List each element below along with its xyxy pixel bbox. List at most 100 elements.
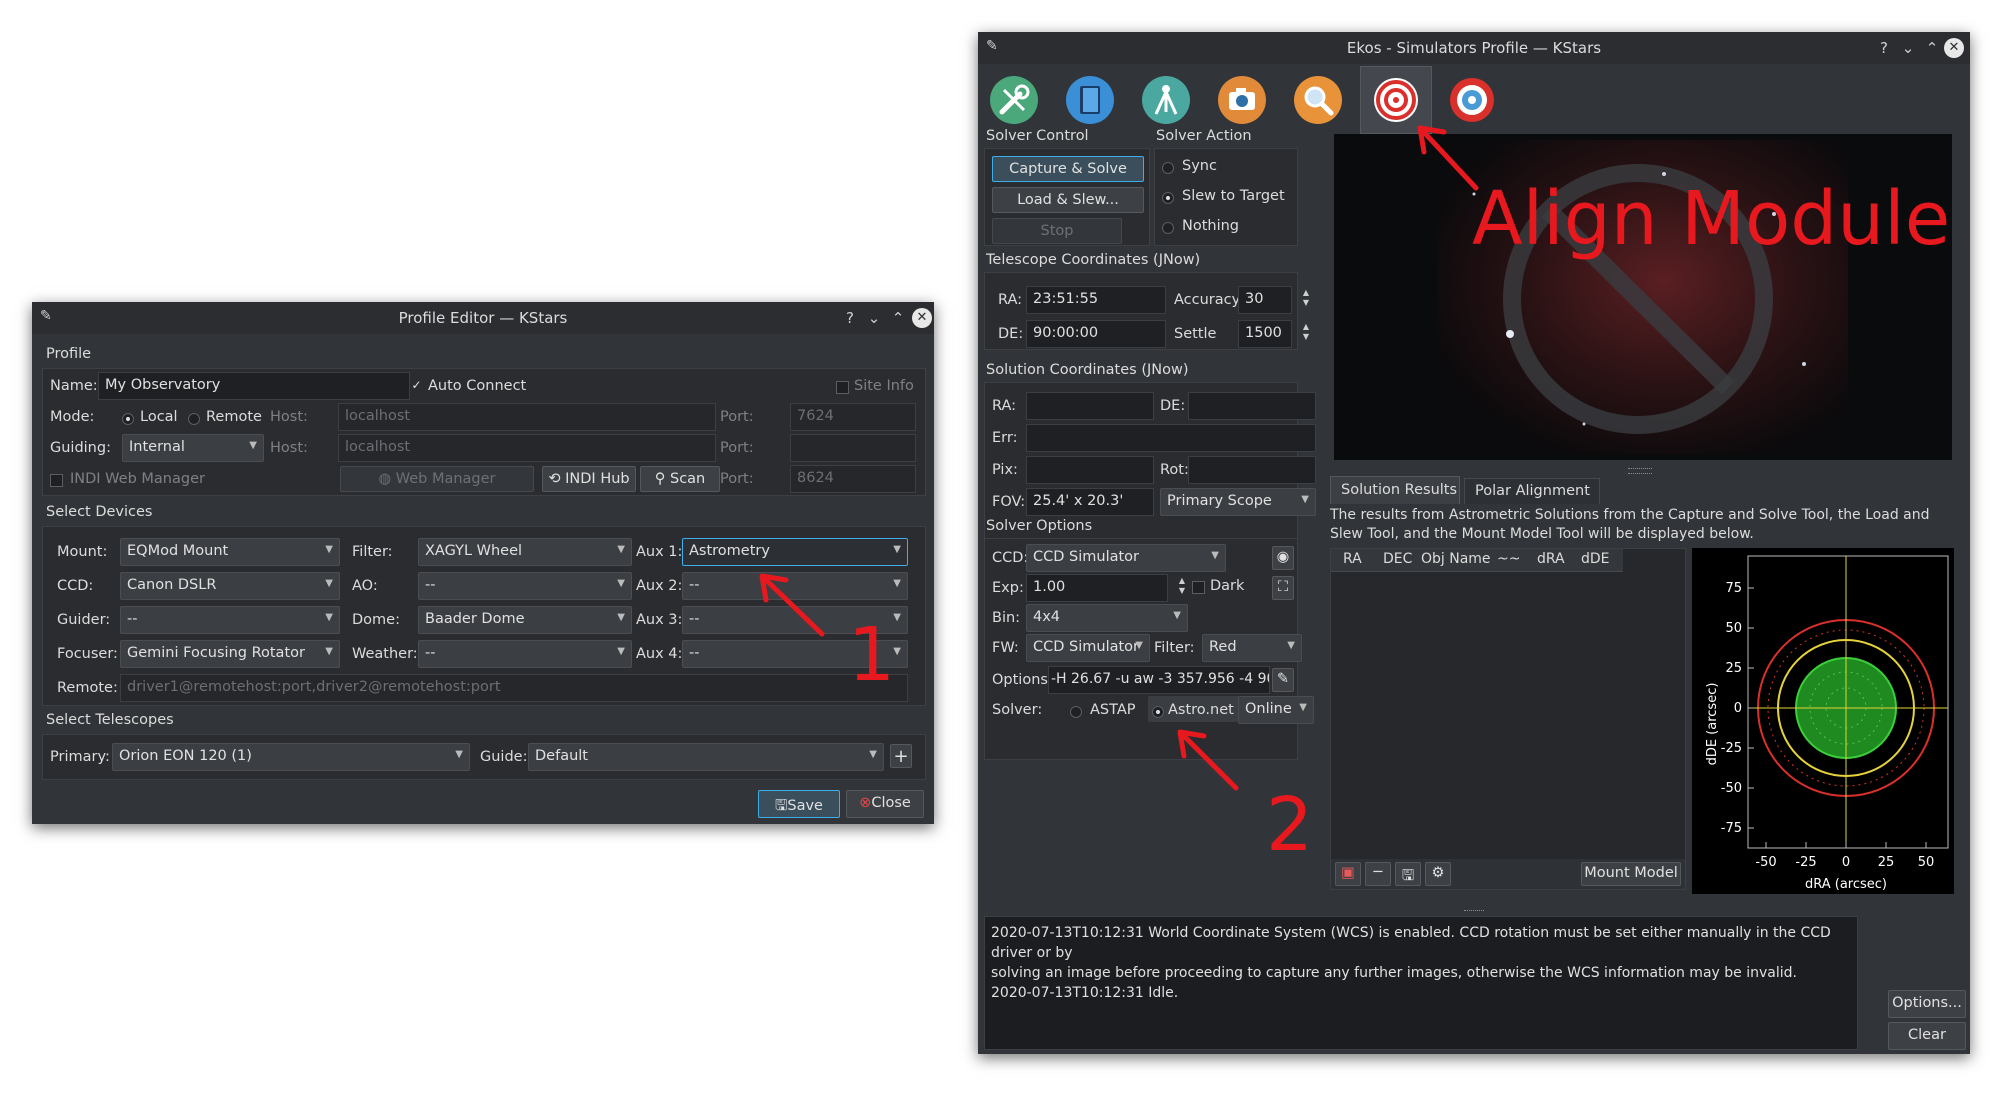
web-manager-port-input[interactable]: 8624 — [790, 465, 916, 493]
settle-spinner[interactable]: ▲ ▼ — [1300, 322, 1312, 342]
log-clear-button[interactable]: Clear — [1888, 1022, 1966, 1050]
col-status[interactable]: ~~ — [1497, 551, 1520, 567]
results-tabs: Solution Results Polar Alignment — [1328, 474, 1958, 504]
tool-guide[interactable] — [1444, 72, 1500, 128]
chevron-down-icon: ▼ — [893, 578, 901, 589]
astap-radio[interactable] — [1070, 706, 1082, 718]
splitter-handle-2[interactable] — [1464, 910, 1484, 914]
guider-host-input[interactable]: localhost — [338, 434, 716, 462]
port-input[interactable]: 7624 — [790, 403, 916, 431]
tool-mount[interactable] — [1138, 72, 1194, 128]
chevron-down-icon: ▼ — [893, 544, 901, 555]
guiding-select[interactable]: Internal ▼ — [122, 434, 264, 462]
chevron-down-icon: ▼ — [617, 544, 625, 555]
load-slew-button[interactable]: Load & Slew... — [992, 187, 1144, 213]
close-button[interactable]: ⊗Close — [846, 790, 924, 818]
clear-results-button[interactable]: ▣ — [1335, 862, 1361, 886]
log-options-button[interactable]: Options... — [1888, 990, 1966, 1018]
filter-select[interactable]: XAGYL Wheel ▼ — [418, 538, 632, 566]
settings-results-button[interactable]: ⚙ — [1425, 862, 1451, 886]
mode-local-radio[interactable] — [122, 413, 134, 425]
chevron-down-icon: ▼ — [325, 544, 333, 555]
tool-capture[interactable] — [1214, 72, 1270, 128]
col-dra[interactable]: dRA — [1537, 551, 1565, 567]
fov-label: FOV: — [992, 494, 1026, 510]
accuracy-spinner[interactable]: ▲ ▼ — [1300, 288, 1312, 308]
indi-hub-button[interactable]: ⟲ INDI Hub — [542, 466, 636, 492]
guide-telescope-select[interactable]: Default ▼ — [528, 743, 884, 771]
weather-select[interactable]: -- ▼ — [418, 640, 632, 668]
tab-solution-results[interactable]: Solution Results — [1330, 476, 1460, 504]
remote-drivers-input[interactable]: driver1@remotehost:port,driver2@remoteho… — [120, 674, 908, 702]
ao-select[interactable]: -- ▼ — [418, 572, 632, 600]
tool-focus[interactable] — [1290, 72, 1346, 128]
col-dec[interactable]: DEC — [1383, 551, 1412, 567]
guider-port-input[interactable] — [790, 434, 916, 462]
maximize-button[interactable]: ⌃ — [1922, 38, 1942, 58]
solver-options-input[interactable]: -H 26.67 -u aw -3 357.956 -4 90 -5 30 — [1048, 666, 1270, 694]
help-button[interactable]: ? — [840, 308, 860, 328]
guider-select[interactable]: -- ▼ — [120, 606, 340, 634]
save-button[interactable]: 🖫Save — [758, 790, 840, 818]
tool-align[interactable] — [1368, 72, 1424, 128]
mount-select[interactable]: EQMod Mount ▼ — [120, 538, 340, 566]
accuracy-input[interactable]: 30 — [1238, 286, 1292, 314]
dome-select[interactable]: Baader Dome ▼ — [418, 606, 632, 634]
host-input[interactable]: localhost — [338, 403, 716, 431]
mode-remote-radio[interactable] — [188, 413, 200, 425]
frame-button[interactable]: ⛶ — [1272, 576, 1294, 600]
site-info-checkbox[interactable] — [836, 381, 849, 394]
col-ra[interactable]: RA — [1343, 551, 1362, 567]
fw-select[interactable]: CCD Simulator ▼ — [1026, 634, 1150, 662]
exposure-input[interactable]: 1.00 — [1026, 574, 1168, 602]
remove-result-button[interactable]: − — [1365, 862, 1391, 886]
auto-connect-checkbox[interactable]: ✓ — [410, 379, 423, 393]
solution-plot[interactable]: 75 50 25 0 -25 -50 -75 -50 -25 0 25 50 dDE (arcsec… — [1692, 548, 1954, 894]
settle-input[interactable]: 1500 — [1238, 320, 1292, 348]
help-button[interactable]: ? — [1874, 38, 1894, 58]
tab-polar-alignment[interactable]: Polar Alignment — [1464, 478, 1600, 504]
indi-web-manager-checkbox[interactable] — [50, 474, 63, 487]
filter-select[interactable]: Red ▼ — [1202, 634, 1302, 662]
focuser-select[interactable]: Gemini Focusing Rotator ▼ — [120, 640, 340, 668]
chevron-down-icon: ▼ — [1135, 640, 1143, 651]
maximize-button[interactable]: ⌃ — [888, 308, 908, 328]
ccd-select[interactable]: Canon DSLR ▼ — [120, 572, 340, 600]
scan-button[interactable]: ⚲ Scan — [640, 466, 720, 492]
nothing-radio[interactable] — [1162, 222, 1174, 234]
ccd-preview-button[interactable]: ◉ — [1272, 546, 1294, 570]
slew-to-target-radio[interactable] — [1162, 192, 1174, 204]
online-select[interactable]: Online ▼ — [1238, 696, 1314, 724]
edit-options-button[interactable]: ✎ — [1272, 668, 1294, 692]
weather-label: Weather: — [352, 646, 418, 662]
mode-label: Mode: — [50, 409, 95, 425]
export-results-button[interactable]: 🖫 — [1395, 862, 1421, 886]
bin-select[interactable]: 4x4 ▼ — [1026, 604, 1188, 632]
close-window-button[interactable]: ✕ — [912, 308, 932, 328]
aux2-select[interactable]: -- ▼ — [682, 572, 908, 600]
sync-radio[interactable] — [1162, 162, 1174, 174]
mount-model-button[interactable]: Mount Model — [1581, 862, 1681, 886]
dark-checkbox[interactable] — [1192, 581, 1205, 594]
aux1-select[interactable]: Astrometry ▼ — [682, 538, 908, 566]
stop-button[interactable]: Stop — [992, 218, 1122, 244]
exposure-spinner[interactable]: ▲ ▼ — [1176, 576, 1188, 596]
scope-select[interactable]: Primary Scope ▼ — [1160, 488, 1316, 516]
results-table[interactable]: RA DEC Obj Name ~~ dRA dDE ▣ − 🖫 ⚙ Mount… — [1330, 548, 1686, 890]
col-obj-name[interactable]: Obj Name — [1421, 551, 1491, 567]
solver-ccd-select[interactable]: CCD Simulator ▼ — [1026, 544, 1226, 572]
minimize-button[interactable]: ⌄ — [864, 308, 884, 328]
astronet-radio[interactable] — [1152, 706, 1164, 718]
tool-scheduler[interactable] — [1062, 72, 1118, 128]
telescope-de-label: DE: — [998, 326, 1024, 342]
capture-solve-button[interactable]: Capture & Solve — [992, 156, 1144, 182]
minimize-button[interactable]: ⌄ — [1898, 38, 1918, 58]
log-output[interactable]: 2020-07-13T10:12:31 World Coordinate Sys… — [984, 916, 1858, 1050]
add-telescope-button[interactable]: + — [890, 744, 912, 768]
tool-setup[interactable] — [986, 72, 1042, 128]
col-dde[interactable]: dDE — [1581, 551, 1610, 567]
primary-telescope-select[interactable]: Orion EON 120 (1) ▼ — [112, 743, 470, 771]
web-manager-button[interactable]: ◍ Web Manager — [340, 466, 534, 492]
close-window-button[interactable]: ✕ — [1944, 38, 1964, 58]
profile-name-input[interactable]: My Observatory — [98, 372, 410, 400]
